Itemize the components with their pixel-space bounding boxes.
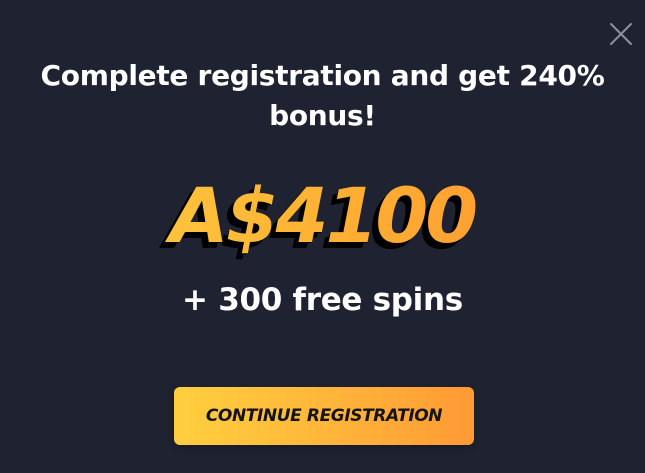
bonus-amount: A$4100 (0, 172, 645, 260)
headline-line-1: Complete registration and get 240% (40, 59, 605, 92)
headline-line-2: bonus! (269, 99, 376, 132)
headline: Complete registration and get 240% bonus… (40, 56, 605, 136)
registration-bonus-modal: Complete registration and get 240% bonus… (0, 0, 645, 473)
close-button[interactable] (609, 22, 633, 46)
free-spins-text: + 300 free spins (182, 282, 463, 318)
close-icon (610, 23, 632, 45)
continue-registration-button[interactable]: CONTINUE REGISTRATION (174, 387, 474, 445)
